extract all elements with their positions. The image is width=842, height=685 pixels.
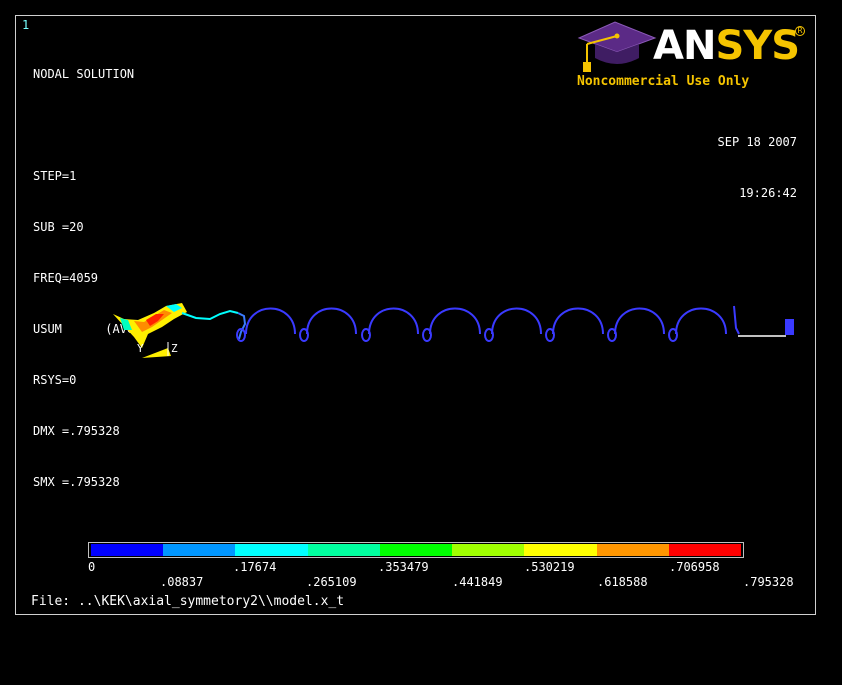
legend-tick: .08837 [160, 575, 204, 589]
legend-tick: .618588 [597, 575, 648, 589]
legend-band [668, 544, 741, 556]
legend-band [163, 544, 236, 556]
legend-band [596, 544, 669, 556]
legend-tick: .17674 [233, 560, 277, 574]
axis-z-label: Z [171, 342, 178, 355]
legend-tick: .795328 [743, 575, 794, 589]
legend-band [91, 544, 164, 556]
legend-band [307, 544, 380, 556]
legend-band [379, 544, 453, 556]
legend-tick: .265109 [306, 575, 357, 589]
legend-tick: .530219 [524, 560, 575, 574]
graphics-window[interactable]: 1 NODAL SOLUTION STEP=1 SUB =20 FREQ=405… [15, 15, 816, 615]
legend-band [524, 544, 597, 556]
contour-legend-bar [88, 542, 744, 558]
legend-tick: .353479 [378, 560, 429, 574]
legend-band [235, 544, 308, 556]
cavity-cells [236, 305, 794, 342]
file-label: File: ..\KEK\axial_symmetory2\\model.x_t [31, 594, 345, 609]
legend-band [452, 544, 525, 556]
legend-tick: 0 [88, 560, 96, 574]
triad: Y Z [137, 342, 178, 358]
legend-tick: .706958 [669, 560, 720, 574]
deformed-coupler [113, 303, 247, 348]
legend-tick: .441849 [452, 575, 503, 589]
axis-y-label: Y [137, 342, 144, 355]
model-view[interactable]: Y Z [16, 16, 817, 616]
